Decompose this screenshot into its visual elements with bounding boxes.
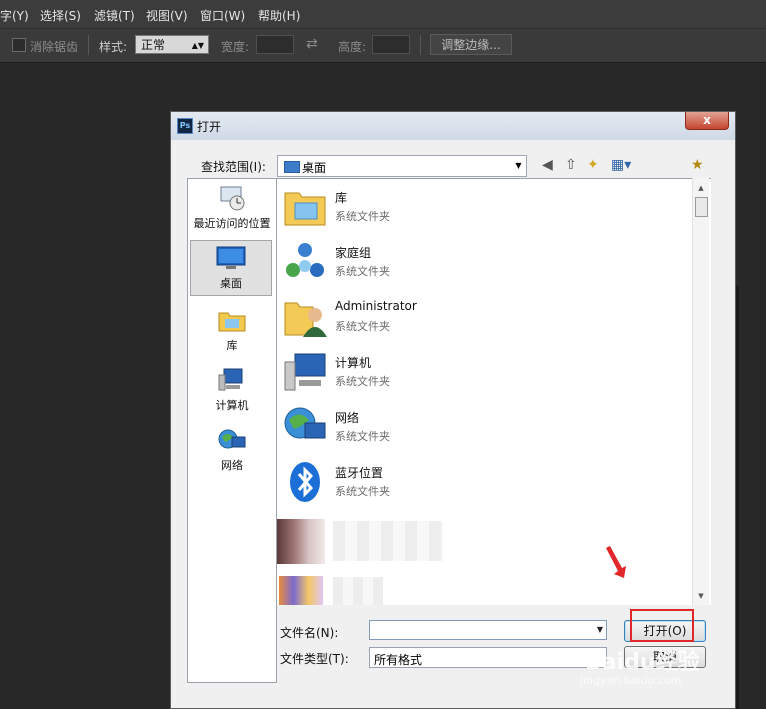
user-folder-icon [284,302,327,337]
menu-help[interactable]: 帮助(H) [258,7,300,24]
style-select[interactable]: 正常 ▲▼ [135,35,209,54]
back-icon[interactable]: ◀ [542,157,553,173]
preview-icon[interactable]: ★ [691,157,704,173]
view-menu-icon[interactable]: ▦▾ [611,157,631,173]
computer-icon [284,353,326,391]
file-name: 计算机 [335,356,372,370]
filename-input[interactable]: ▼ [369,620,607,640]
filetype-select[interactable]: 所有格式 [369,647,607,668]
file-name: Administrator [335,299,417,313]
divider [420,35,421,55]
file-name: 家庭组 [335,246,372,260]
list-item[interactable]: 蓝牙位置 系统文件夹 [277,456,677,510]
file-type: 系统文件夹 [335,485,390,498]
file-type: 系统文件夹 [335,375,390,388]
libraries-folder-icon [284,192,326,226]
filename-label: 文件名(N): [280,626,339,640]
blurred-label [333,577,383,605]
scroll-thumb[interactable] [695,197,708,217]
scroll-up-icon[interactable]: ▲ [693,184,709,192]
look-in-value: 桌面 [302,161,327,175]
look-in-label: 查找范围(I): [201,160,266,174]
places-bar: 最近访问的位置 桌面 库 计算机 网络 [187,178,277,683]
menu-view[interactable]: 视图(V) [146,7,188,24]
list-item[interactable]: 计算机 系统文件夹 [277,346,677,400]
file-type: 系统文件夹 [335,265,390,278]
file-name: 网络 [335,411,360,425]
new-folder-icon[interactable]: ✦ [587,157,599,173]
desktop-icon [284,161,300,173]
dialog-title: 打开 [197,120,222,134]
file-type: 系统文件夹 [335,210,390,223]
annotation-arrow-icon [606,546,626,578]
libraries-icon [218,312,246,332]
close-button[interactable]: x [685,112,729,130]
network-icon [218,429,246,449]
refine-edge-button[interactable]: 调整边缘... [430,34,512,55]
width-input[interactable] [256,35,294,54]
watermark-logo: Baidu经验 [585,650,700,675]
recent-places-icon [220,186,245,211]
file-type: 系统文件夹 [335,430,390,443]
chevron-down-icon[interactable]: ▼ [597,625,603,634]
swap-icon[interactable]: ⇄ [306,36,318,52]
filetype-value: 所有格式 [374,653,423,667]
bluetooth-icon [290,462,320,502]
network-icon [284,407,326,439]
homegroup-icon [286,243,324,277]
up-folder-icon[interactable]: ⇧ [565,157,577,173]
file-name: 蓝牙位置 [335,466,384,480]
place-label: 库 [226,339,238,352]
blurred-thumbnail [279,576,323,605]
look-in-select[interactable]: 桌面 ▼ [277,155,527,177]
list-item[interactable]: Administrator 系统文件夹 [277,291,677,345]
list-item[interactable]: 网络 系统文件夹 [277,401,677,455]
divider [88,35,89,55]
place-desktop[interactable]: 桌面 [190,240,272,296]
highlight-box [630,609,694,642]
file-list-scrollbar[interactable]: ▲ ▼ [692,178,709,605]
place-libraries[interactable]: 库 [188,303,276,363]
height-label: 高度: [338,40,367,54]
place-recent[interactable]: 最近访问的位置 [188,181,276,241]
file-list: 库 系统文件夹 家庭组 系统文件夹 Administrator 系统文件夹 计算… [277,178,711,605]
computer-icon [218,368,243,391]
menu-window[interactable]: 窗口(W) [200,7,245,24]
menu-filter[interactable]: 滤镜(T) [94,7,135,24]
list-item[interactable]: 库 系统文件夹 [277,181,677,235]
blurred-thumbnail [277,519,325,564]
menu-bar: 字(Y) 选择(S) 滤镜(T) 视图(V) 窗口(W) 帮助(H) [0,0,766,28]
scroll-down-icon[interactable]: ▼ [693,592,709,600]
height-input[interactable] [372,35,410,54]
place-label: 最近访问的位置 [193,217,271,230]
open-dialog: Ps 打开 x 查找范围(I): 桌面 ▼ ◀ ⇧ ✦ ▦▾ ★ 最近访问的位置 [170,111,736,709]
place-label: 网络 [221,459,243,472]
blurred-label [333,521,443,561]
width-label: 宽度: [221,40,250,54]
file-type: 系统文件夹 [335,320,390,333]
place-computer[interactable]: 计算机 [188,363,276,423]
filetype-label: 文件类型(T): [280,652,349,666]
antialias-label: 消除锯齿 [30,40,79,54]
file-name: 库 [335,191,348,205]
panel-edge [736,286,739,709]
style-select-value: 正常 [141,38,166,52]
place-label: 计算机 [215,399,249,412]
options-bar: 消除锯齿 样式: 正常 ▲▼ 宽度: ⇄ 高度: 调整边缘... [0,28,766,63]
photoshop-icon: Ps [177,118,193,134]
style-label: 样式: [99,40,128,54]
chevron-down-icon: ▼ [515,161,522,170]
list-item[interactable]: 家庭组 系统文件夹 [277,236,677,290]
antialias-checkbox[interactable] [12,38,26,52]
menu-select[interactable]: 选择(S) [40,7,81,24]
desktop-icon [216,246,246,269]
chevron-updown-icon: ▲▼ [191,41,204,50]
menu-type[interactable]: 字(Y) [0,7,29,24]
place-label: 桌面 [220,277,242,290]
place-network[interactable]: 网络 [188,423,276,483]
watermark-url: jingyan.baidu.com [580,674,682,687]
dialog-titlebar[interactable]: Ps 打开 x [171,112,735,140]
